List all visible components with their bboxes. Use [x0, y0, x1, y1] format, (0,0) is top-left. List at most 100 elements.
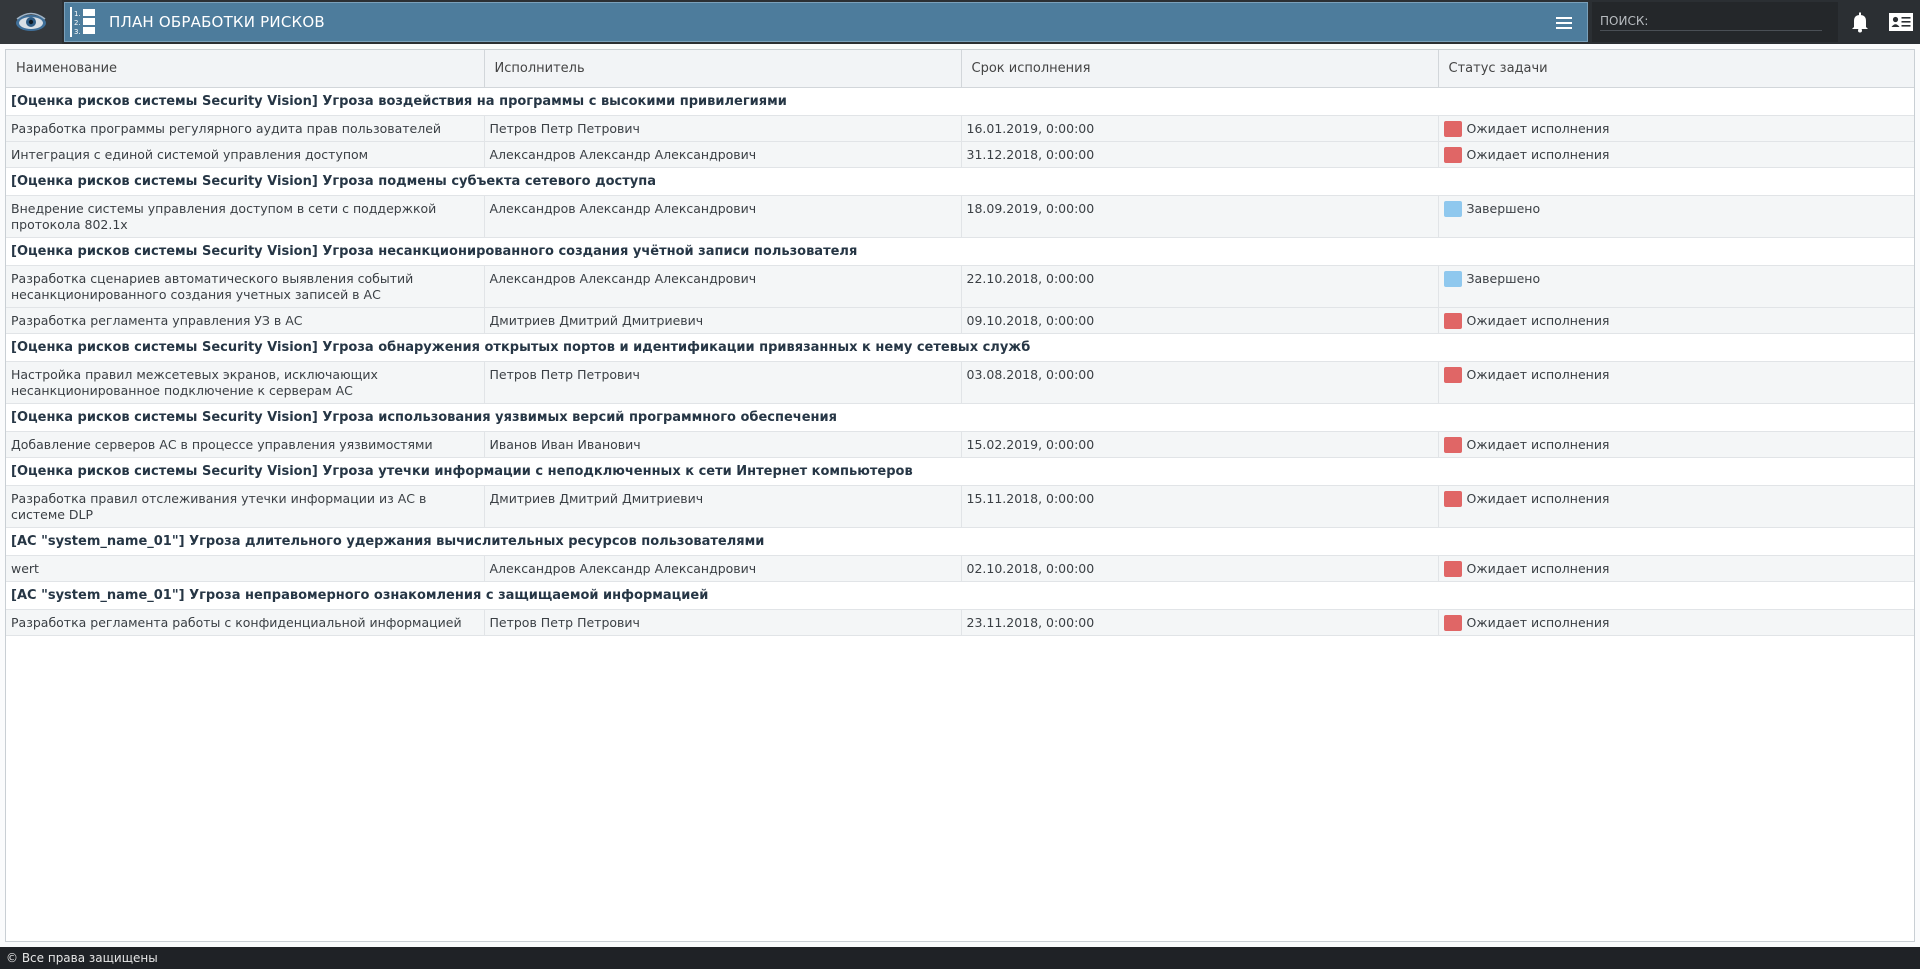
column-header-name[interactable]: Наименование: [6, 50, 485, 88]
search-input[interactable]: [1600, 11, 1822, 31]
status-indicator: Ожидает исполнения: [1443, 614, 1910, 631]
task-due-cell: 22.10.2018, 0:00:00: [961, 265, 1439, 308]
status-label: Ожидает исполнения: [1466, 436, 1610, 452]
group-row[interactable]: [АС "system_name_01"] Угроза неправомерн…: [6, 581, 1914, 610]
main-content: Наименование Исполнитель Срок исполнения…: [0, 44, 1920, 947]
task-name-cell: wert: [6, 555, 485, 582]
task-status-cell: Завершено: [1438, 265, 1914, 308]
top-bar: 1. 2. 3. ПЛАН ОБРАБОТКИ РИСКОВ: [0, 0, 1920, 44]
column-header-status[interactable]: Статус задачи: [1438, 50, 1914, 88]
task-row[interactable]: Разработка программы регулярного аудита …: [6, 115, 1914, 142]
task-assignee-cell: Александров Александр Александрович: [484, 555, 962, 582]
app-logo[interactable]: [0, 0, 62, 44]
task-due-cell: 02.10.2018, 0:00:00: [961, 555, 1439, 582]
task-row[interactable]: Добавление серверов АС в процессе управл…: [6, 431, 1914, 458]
group-row[interactable]: [Оценка рисков системы Security Vision] …: [6, 167, 1914, 196]
task-due-cell: 18.09.2019, 0:00:00: [961, 195, 1439, 238]
id-card-icon: [1888, 13, 1913, 31]
status-label: Ожидает исполнения: [1466, 560, 1610, 576]
page-header: 1. 2. 3. ПЛАН ОБРАБОТКИ РИСКОВ: [64, 2, 1588, 42]
status-color-square: [1443, 614, 1462, 631]
status-label: Завершено: [1466, 200, 1541, 216]
status-label: Ожидает исполнения: [1466, 366, 1610, 382]
task-status-cell: Ожидает исполнения: [1438, 307, 1914, 334]
status-color-square: [1443, 146, 1462, 163]
status-indicator: Ожидает исполнения: [1443, 312, 1910, 329]
svg-text:3.: 3.: [74, 28, 81, 36]
status-indicator: Ожидает исполнения: [1443, 436, 1910, 453]
status-label: Завершено: [1466, 270, 1541, 286]
status-indicator: Завершено: [1443, 270, 1910, 287]
group-title: [Оценка рисков системы Security Vision] …: [6, 237, 1914, 266]
task-name-cell: Разработка регламента управления УЗ в АС: [6, 307, 485, 334]
status-color-square: [1443, 560, 1462, 577]
task-due-cell: 15.02.2019, 0:00:00: [961, 431, 1439, 458]
footer: © Все права защищены: [0, 947, 1920, 969]
status-indicator: Ожидает исполнения: [1443, 366, 1910, 383]
group-row[interactable]: [Оценка рисков системы Security Vision] …: [6, 333, 1914, 362]
task-due-cell: 09.10.2018, 0:00:00: [961, 307, 1439, 334]
hamburger-icon: [1556, 17, 1572, 29]
svg-text:2.: 2.: [74, 19, 81, 27]
status-color-square: [1443, 366, 1462, 383]
task-row[interactable]: Интеграция с единой системой управления …: [6, 141, 1914, 168]
status-color-square: [1443, 436, 1462, 453]
status-label: Ожидает исполнения: [1466, 490, 1610, 506]
group-row[interactable]: [Оценка рисков системы Security Vision] …: [6, 87, 1914, 116]
group-row[interactable]: [Оценка рисков системы Security Vision] …: [6, 403, 1914, 432]
task-assignee-cell: Александров Александр Александрович: [484, 195, 962, 238]
status-color-square: [1443, 200, 1462, 217]
task-row[interactable]: Внедрение системы управления доступом в …: [6, 195, 1914, 238]
group-title: [Оценка рисков системы Security Vision] …: [6, 333, 1914, 362]
status-label: Ожидает исполнения: [1466, 614, 1610, 630]
task-row[interactable]: Разработка регламента управления УЗ в АС…: [6, 307, 1914, 334]
copyright-text: © Все права защищены: [6, 951, 158, 965]
group-row[interactable]: [АС "system_name_01"] Угроза длительного…: [6, 527, 1914, 556]
column-header-due-date[interactable]: Срок исполнения: [961, 50, 1439, 88]
status-label: Ожидает исполнения: [1466, 312, 1610, 328]
task-due-cell: 15.11.2018, 0:00:00: [961, 485, 1439, 528]
task-row[interactable]: Настройка правил межсетевых экранов, иск…: [6, 361, 1914, 404]
task-assignee-cell: Дмитриев Дмитрий Дмитриевич: [484, 485, 962, 528]
task-name-cell: Настройка правил межсетевых экранов, иск…: [6, 361, 485, 404]
profile-button[interactable]: [1881, 0, 1920, 44]
status-label: Ожидает исполнения: [1466, 146, 1610, 162]
task-status-cell: Ожидает исполнения: [1438, 115, 1914, 142]
task-name-cell: Разработка сценариев автоматического выя…: [6, 265, 485, 308]
status-color-square: [1443, 312, 1462, 329]
task-due-cell: 23.11.2018, 0:00:00: [961, 609, 1439, 636]
task-row[interactable]: Разработка правил отслеживания утечки ин…: [6, 485, 1914, 528]
status-color-square: [1443, 270, 1462, 287]
task-status-cell: Ожидает исполнения: [1438, 361, 1914, 404]
task-name-cell: Разработка программы регулярного аудита …: [6, 115, 485, 142]
status-indicator: Ожидает исполнения: [1443, 146, 1910, 163]
group-row[interactable]: [Оценка рисков системы Security Vision] …: [6, 237, 1914, 266]
status-color-square: [1443, 490, 1462, 507]
column-header-assignee[interactable]: Исполнитель: [484, 50, 962, 88]
table-header-row: Наименование Исполнитель Срок исполнения…: [6, 50, 1914, 88]
task-name-cell: Разработка регламента работы с конфиденц…: [6, 609, 485, 636]
task-row[interactable]: Разработка сценариев автоматического выя…: [6, 265, 1914, 308]
search-box: [1592, 2, 1838, 42]
status-indicator: Ожидает исполнения: [1443, 120, 1910, 137]
group-title: [Оценка рисков системы Security Vision] …: [6, 87, 1914, 116]
group-title: [Оценка рисков системы Security Vision] …: [6, 403, 1914, 432]
task-status-cell: Ожидает исполнения: [1438, 141, 1914, 168]
task-status-cell: Завершено: [1438, 195, 1914, 238]
task-status-cell: Ожидает исполнения: [1438, 609, 1914, 636]
task-due-cell: 03.08.2018, 0:00:00: [961, 361, 1439, 404]
bell-icon: [1852, 12, 1868, 33]
task-name-cell: Интеграция с единой системой управления …: [6, 141, 485, 168]
group-title: [Оценка рисков системы Security Vision] …: [6, 167, 1914, 196]
status-color-square: [1443, 120, 1462, 137]
hamburger-menu-button[interactable]: [1553, 12, 1575, 34]
status-indicator: Завершено: [1443, 200, 1910, 217]
task-row[interactable]: wert Александров Александр Александрович 0…: [6, 555, 1914, 582]
page-title: ПЛАН ОБРАБОТКИ РИСКОВ: [109, 13, 325, 31]
task-assignee-cell: Иванов Иван Иванович: [484, 431, 962, 458]
task-row[interactable]: Разработка регламента работы с конфиденц…: [6, 609, 1914, 636]
task-name-cell: Добавление серверов АС в процессе управл…: [6, 431, 485, 458]
group-row[interactable]: [Оценка рисков системы Security Vision] …: [6, 457, 1914, 486]
tasks-table-container: Наименование Исполнитель Срок исполнения…: [5, 49, 1915, 942]
notifications-button[interactable]: [1841, 0, 1879, 44]
